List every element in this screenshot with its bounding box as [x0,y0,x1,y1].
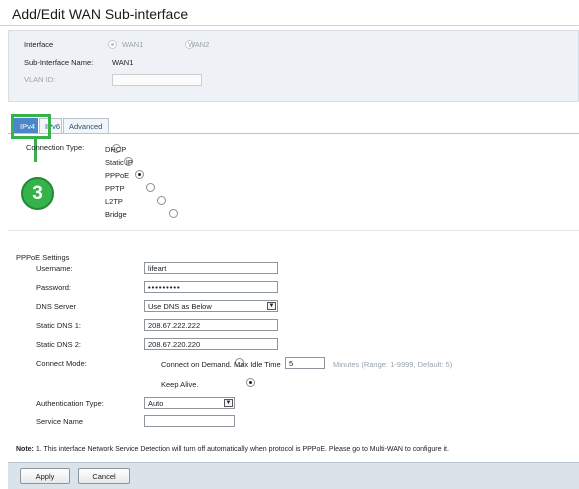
service-name-label: Service Name [36,417,84,426]
pppoe-radio[interactable] [134,170,144,179]
auth-type-label: Authentication Type: [36,399,104,408]
bridge-radio[interactable] [168,209,178,218]
tab-bar: IPv4 IPv6 Advanced [8,118,579,134]
vlan-id-label: VLAN ID: [24,75,56,84]
password-label: Password: [36,283,72,292]
pppoe-label: PPPoE [105,171,130,180]
sub-interface-value: WAN1 [112,58,134,67]
wan2-label: WAN2 [188,40,210,49]
pptp-label: PPTP [105,184,125,193]
keep-alive-label: Keep Alive. [161,380,199,389]
chevron-down-icon: ▼ [224,399,233,407]
chevron-down-icon: ▼ [267,302,276,310]
static-dns2-input[interactable]: 208.67.220.220 [144,338,278,350]
page-title: Add/Edit WAN Sub-interface [12,6,189,22]
note-text: 1. This interface Network Service Detect… [33,446,449,453]
tab-advanced[interactable]: Advanced [63,118,109,133]
ipv4-tab-highlight [11,114,51,139]
vlan-id-input[interactable] [112,74,202,86]
dns-server-value: Use DNS as Below [148,302,212,311]
dns-server-label: DNS Server [36,302,77,311]
connect-on-demand-label: Connect on Demand. Max Idle Time [161,360,281,369]
step-3-callout: 3 [21,177,54,210]
password-input[interactable]: ••••••••• [144,281,278,293]
service-name-input[interactable] [144,415,235,427]
pptp-radio[interactable] [146,183,156,192]
auth-type-select[interactable]: Auto ▼ [144,397,235,409]
interface-panel [8,30,579,102]
connection-type-label: Connection Type: [26,143,85,152]
username-label: Username: [36,264,73,273]
auth-type-value: Auto [148,399,164,408]
keep-alive-radio[interactable] [246,378,256,387]
static-dns2-label: Static DNS 2: [36,340,82,349]
static-dns1-label: Static DNS 1: [36,321,82,330]
pppoe-settings-title: PPPoE Settings [16,253,70,262]
max-idle-time-input[interactable]: 5 [285,357,325,369]
cancel-button[interactable]: Cancel [78,468,130,484]
static-dns1-input[interactable]: 208.67.222.222 [144,319,278,331]
static-ip-label: Static IP [105,158,133,167]
section-divider [8,230,579,231]
wan1-radio[interactable] [108,40,117,49]
connect-mode-label: Connect Mode: [36,359,87,368]
interface-label: Interface [24,40,54,49]
username-input[interactable]: lifeart [144,262,278,274]
wan1-label: WAN1 [122,40,144,49]
l2tp-radio[interactable] [157,196,167,205]
protocol-note: Note: 1. This interface Network Service … [16,446,449,453]
note-prefix: Note: [16,446,34,453]
dns-server-select[interactable]: Use DNS as Below ▼ [144,300,278,312]
bridge-label: Bridge [105,210,127,219]
sub-interface-label: Sub-Interface Name: [24,58,94,67]
apply-button[interactable]: Apply [20,468,70,484]
l2tp-label: L2TP [105,197,123,206]
idle-time-hint: Minutes (Range: 1-9999, Default: 5) [333,360,453,369]
dhcp-label: DHCP [105,145,127,154]
